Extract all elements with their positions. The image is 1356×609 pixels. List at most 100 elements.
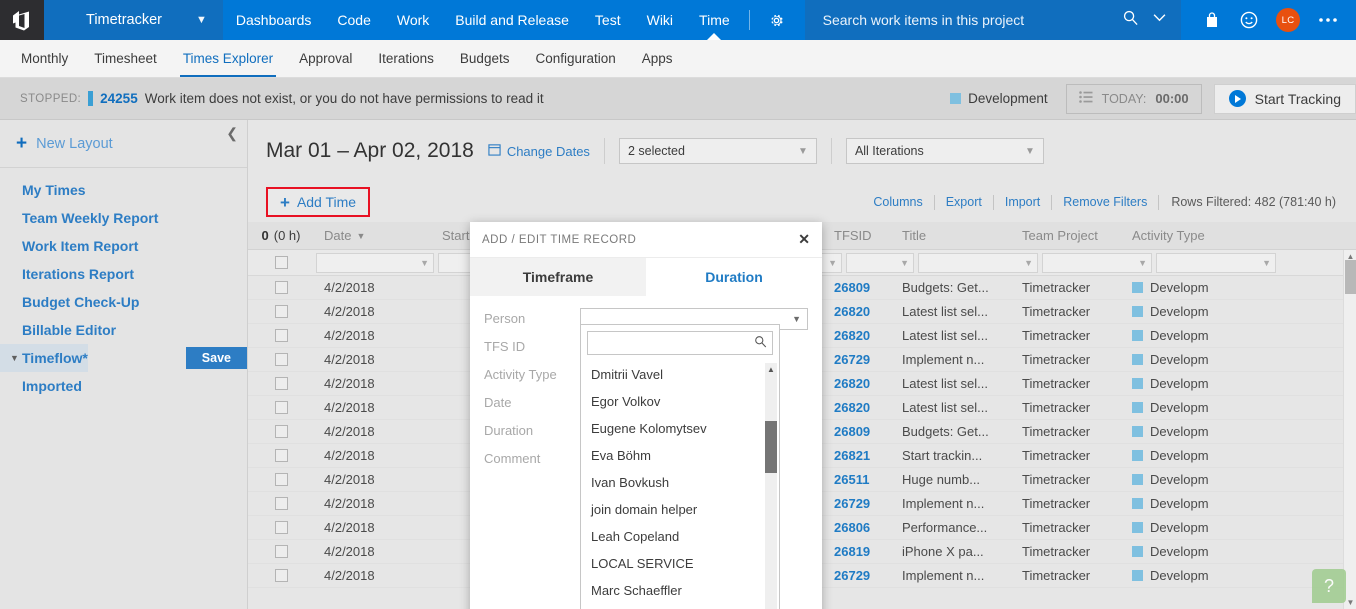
sidebar-item-timeflow[interactable]: ▼ Timeflow* Save xyxy=(0,344,247,372)
row-checkbox[interactable] xyxy=(274,449,288,462)
dropdown-item[interactable]: Eva Böhm xyxy=(581,442,779,469)
smiley-icon[interactable] xyxy=(1230,11,1268,29)
cell-tfsid[interactable]: 26511 xyxy=(824,472,892,487)
sidebar-item-team-weekly-report[interactable]: Team Weekly Report xyxy=(0,204,247,232)
search-icon[interactable] xyxy=(754,335,767,351)
row-checkbox[interactable] xyxy=(274,401,288,414)
cell-tfsid[interactable]: 26820 xyxy=(824,304,892,319)
dropdown-item[interactable]: Ivan Bovkush xyxy=(581,469,779,496)
row-checkbox[interactable] xyxy=(274,305,288,318)
cell-tfsid[interactable]: 26729 xyxy=(824,568,892,583)
row-checkbox[interactable] xyxy=(274,377,288,390)
tab-apps[interactable]: Apps xyxy=(629,40,686,77)
caret-down-icon[interactable]: ▼ xyxy=(10,353,19,363)
header-activity-type[interactable]: Activity Type xyxy=(1122,228,1242,243)
row-checkbox[interactable] xyxy=(274,281,288,294)
shopping-bag-icon[interactable] xyxy=(1194,11,1230,29)
tab-iterations[interactable]: Iterations xyxy=(365,40,447,77)
cell-tfsid[interactable]: 26809 xyxy=(824,280,892,295)
select-all-checkbox[interactable] xyxy=(274,256,288,269)
nav-build-and-release[interactable]: Build and Release xyxy=(442,0,582,40)
row-select-cell[interactable] xyxy=(248,401,314,414)
dropdown-scrollbar[interactable]: ▲ ▼ xyxy=(765,363,777,609)
row-select-cell[interactable] xyxy=(248,425,314,438)
chevron-down-icon[interactable]: ▼ xyxy=(196,14,207,26)
row-checkbox[interactable] xyxy=(274,473,288,486)
chevron-down-icon[interactable]: ▼ xyxy=(1138,258,1147,268)
add-time-button[interactable]: + Add Time xyxy=(266,187,371,217)
dropdown-item[interactable]: LOCAL SERVICE xyxy=(581,550,779,577)
search-icon[interactable] xyxy=(1115,9,1146,31)
sidebar-item-imported[interactable]: Imported xyxy=(0,372,247,400)
tab-timeframe[interactable]: Timeframe xyxy=(470,258,646,296)
sidebar-item-budget-check-up[interactable]: Budget Check-Up xyxy=(0,288,247,316)
dropdown-item[interactable]: join domain helper xyxy=(581,496,779,523)
work-item-id[interactable]: 24255 xyxy=(100,91,138,106)
tab-approval[interactable]: Approval xyxy=(286,40,365,77)
columns-link[interactable]: Columns xyxy=(862,195,933,209)
tab-times-explorer[interactable]: Times Explorer xyxy=(170,40,286,77)
dropdown-item[interactable]: Egor Volkov xyxy=(581,388,779,415)
project-filter-select[interactable]: 2 selected ▼ xyxy=(618,138,817,164)
row-select-cell[interactable] xyxy=(248,569,314,582)
tab-duration[interactable]: Duration xyxy=(646,258,822,296)
save-button[interactable]: Save xyxy=(185,347,247,369)
tab-monthly[interactable]: Monthly xyxy=(8,40,81,77)
tab-configuration[interactable]: Configuration xyxy=(522,40,628,77)
chevron-down-icon[interactable]: ▼ xyxy=(798,146,808,157)
filter-tfsid[interactable]: ▼ xyxy=(846,252,914,273)
gear-icon[interactable] xyxy=(756,0,797,40)
import-link[interactable]: Import xyxy=(994,195,1051,209)
today-total[interactable]: TODAY: 00:00 xyxy=(1065,83,1202,114)
search-input[interactable]: Search work items in this project xyxy=(823,12,1115,28)
caret-down-icon[interactable]: ▼ xyxy=(765,605,777,609)
row-select-cell[interactable] xyxy=(248,497,314,510)
cell-tfsid[interactable]: 26820 xyxy=(824,328,892,343)
scrollbar-thumb[interactable] xyxy=(1345,260,1356,294)
filter-date[interactable]: ▼ xyxy=(316,252,434,273)
row-select-cell[interactable] xyxy=(248,449,314,462)
sidebar-item-work-item-report[interactable]: Work Item Report xyxy=(0,232,247,260)
search-container[interactable]: Search work items in this project xyxy=(804,0,1181,40)
chevron-down-icon[interactable] xyxy=(1146,11,1173,29)
person-dropdown-list[interactable]: Dmitrii Vavel Egor Volkov Eugene Kolomytse… xyxy=(581,361,779,609)
cell-tfsid[interactable]: 26821 xyxy=(824,448,892,463)
nav-time[interactable]: Time xyxy=(686,0,743,40)
row-select-cell[interactable] xyxy=(248,329,314,342)
chevron-down-icon[interactable]: ▼ xyxy=(420,258,429,268)
azure-devops-logo-icon[interactable] xyxy=(0,0,44,40)
cell-tfsid[interactable]: 26819 xyxy=(824,544,892,559)
dropdown-item[interactable]: Dmitrii Vavel xyxy=(581,361,779,388)
filter-activity-type[interactable]: ▼ xyxy=(1156,252,1276,273)
sort-desc-icon[interactable]: ▼ xyxy=(356,231,365,241)
dropdown-item[interactable]: Marc Schaeffler xyxy=(581,577,779,604)
chevron-down-icon[interactable]: ▼ xyxy=(1025,146,1035,157)
cell-tfsid[interactable]: 26729 xyxy=(824,352,892,367)
person-search-input[interactable] xyxy=(587,331,773,355)
project-selector[interactable]: Timetracker ▼ xyxy=(44,0,223,40)
new-layout-button[interactable]: + New Layout xyxy=(0,120,247,168)
nav-wiki[interactable]: Wiki xyxy=(634,0,686,40)
start-tracking-button[interactable]: Start Tracking xyxy=(1213,83,1356,114)
tab-timesheet[interactable]: Timesheet xyxy=(81,40,170,77)
table-scrollbar[interactable]: ▲ ▼ xyxy=(1343,250,1356,609)
header-date[interactable]: Date ▼ xyxy=(314,228,432,243)
activity-chip[interactable]: Development xyxy=(950,91,1066,106)
row-checkbox[interactable] xyxy=(274,521,288,534)
row-checkbox[interactable] xyxy=(274,497,288,510)
filter-title[interactable]: ▼ xyxy=(918,252,1038,273)
chevron-down-icon[interactable]: ▼ xyxy=(1024,258,1033,268)
row-select-cell[interactable] xyxy=(248,281,314,294)
row-select-cell[interactable] xyxy=(248,377,314,390)
help-icon[interactable]: ? xyxy=(1312,569,1346,603)
remove-filters-link[interactable]: Remove Filters xyxy=(1052,195,1158,209)
row-checkbox[interactable] xyxy=(274,353,288,366)
row-select-cell[interactable] xyxy=(248,545,314,558)
chevron-down-icon[interactable]: ▼ xyxy=(828,258,837,268)
cell-tfsid[interactable]: 26820 xyxy=(824,400,892,415)
dropdown-scroll-thumb[interactable] xyxy=(765,421,777,473)
chevron-down-icon[interactable]: ▼ xyxy=(792,314,801,324)
sidebar-item-my-times[interactable]: My Times xyxy=(0,168,247,204)
cell-tfsid[interactable]: 26806 xyxy=(824,520,892,535)
ellipsis-icon[interactable] xyxy=(1308,16,1348,24)
